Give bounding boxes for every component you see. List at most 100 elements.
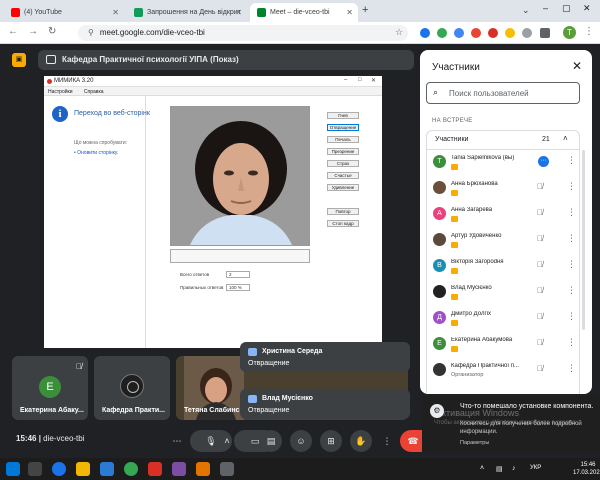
more-options-icon[interactable]: ⋯ (166, 430, 188, 452)
tab-youtube[interactable]: (4) YouTube ✕ (4, 3, 124, 22)
participant-row[interactable]: Влад Мусієнко 🎙̸ ⋮ (427, 280, 581, 308)
captions-icon[interactable]: ▤ (260, 430, 282, 452)
raise-hand-icon[interactable]: ✋ (350, 430, 372, 452)
screen-share-icon (46, 55, 56, 64)
reaction-author: Влад Мусієнко (262, 395, 313, 402)
web-error-pane: i Переход во веб-сторінк Що можна спробу… (44, 96, 150, 348)
present-screen-icon[interactable]: ⊞ (320, 430, 342, 452)
participant-row[interactable]: Артур Удовиченко 🎙̸ ⋮ (427, 228, 581, 256)
minimize-icon[interactable]: – (543, 3, 548, 13)
more-vert-icon[interactable]: ⋮ (567, 233, 576, 244)
reload-icon[interactable]: ↻ (48, 26, 56, 37)
more-vert-icon[interactable]: ⋮ (567, 285, 576, 296)
forward-icon[interactable]: → (28, 26, 38, 37)
windows-taskbar: ˄ ▤ ♪ УКР 15:46 17.03.2025 (0, 458, 600, 480)
chrome-menu-icon[interactable]: ⋮ (584, 26, 594, 37)
presenter-banner[interactable]: Кафедра Практичної психології УІПА (Пока… (38, 50, 414, 70)
participant-row[interactable]: Анна Брюханова 🎙̸ ⋮ (427, 176, 581, 204)
maximize-icon[interactable]: ▢ (562, 3, 571, 14)
close-window-icon[interactable]: ✕ (583, 3, 591, 14)
more-vert-icon[interactable]: ⋮ (567, 363, 576, 374)
close-tab-icon[interactable]: ✕ (235, 8, 242, 17)
sheets-icon (134, 8, 143, 17)
tab-search-icon[interactable]: ⌄ (522, 5, 530, 16)
volume-icon[interactable]: ♪ (512, 465, 516, 472)
participant-row[interactable]: Кафедра Практичної п... Организатор 🎙̸ ⋮ (427, 358, 581, 386)
participant-row[interactable]: Д Дмитро Долгіх 🎙̸ ⋮ (427, 306, 581, 334)
mic-off-icon: 🎙̸ (537, 208, 543, 217)
app-icon (47, 79, 52, 84)
meet-header: ▣ Кафедра Практичної психології УІПА (По… (0, 44, 415, 74)
reaction-toast: Христина Середа Отвращение (240, 342, 410, 372)
close-tab-icon[interactable]: ✕ (346, 8, 353, 17)
tray-chevron-icon[interactable]: ˄ (480, 465, 484, 472)
extension-icon[interactable] (437, 28, 447, 38)
search-icon[interactable] (28, 462, 42, 476)
participant-tile[interactable]: 🎙̸ Е Екатерина Абаку... (12, 356, 88, 420)
windows-start-icon[interactable] (6, 462, 20, 476)
more-vert-icon[interactable]: ⋮ (567, 181, 576, 192)
profile-avatar[interactable]: T (563, 26, 576, 39)
network-icon[interactable]: ▤ (496, 465, 503, 473)
total-answers-label: Всего ответов (180, 272, 210, 277)
participant-row[interactable]: T Tania Sapielnikova (вы) ⋯ ⋮ (427, 150, 581, 178)
app-icon[interactable] (124, 462, 138, 476)
minimize-icon: – (344, 77, 348, 83)
more-vert-icon[interactable]: ⋮ (567, 207, 576, 218)
search-input[interactable]: ⌕ Поиск пользователей (426, 82, 580, 104)
more-vert-icon[interactable]: ⋮ (567, 155, 576, 166)
error-title: Переход во веб-сторінк (74, 110, 150, 117)
extensions-puzzle-icon[interactable] (522, 28, 532, 38)
participant-row[interactable]: Е Екатерина Абакумова 🎙̸ ⋮ (427, 332, 581, 360)
more-vert-icon[interactable]: ⋮ (376, 430, 398, 452)
meet-icon (257, 8, 266, 17)
clock[interactable]: 15:46 17.03.2025 (573, 461, 600, 477)
emotion-happiness-button: Счастье (327, 172, 359, 179)
avatar: Д (433, 311, 446, 324)
participant-row[interactable]: А Анна Загарева 🎙̸ ⋮ (427, 202, 581, 230)
more-vert-icon[interactable]: ⋮ (567, 337, 576, 348)
error-hint: Що можна спробувати: (74, 140, 128, 146)
close-tab-icon[interactable]: ✕ (112, 8, 119, 17)
info-icon: i (52, 106, 68, 122)
mic-off-icon: 🎙̸ (537, 182, 543, 191)
app-icon[interactable] (100, 462, 114, 476)
close-icon[interactable]: ✕ (572, 59, 582, 73)
tab-meet[interactable]: Meet – die-vceo-tbi ✕ (250, 3, 358, 22)
language-indicator[interactable]: УКР (530, 465, 541, 471)
avatar: А (433, 207, 446, 220)
participants-group-header[interactable]: Участники 21 ˄ (426, 130, 580, 150)
url-input[interactable]: ⚲ meet.google.com/die-vceo-tbi (78, 25, 408, 41)
app-icon[interactable] (196, 462, 210, 476)
chrome-icon[interactable] (52, 462, 66, 476)
chevron-up-icon[interactable]: ˄ (563, 134, 568, 143)
file-explorer-icon[interactable] (76, 462, 90, 476)
more-vert-icon[interactable]: ⋮ (567, 259, 576, 270)
extension-icon[interactable] (471, 28, 481, 38)
shared-screen: МИМИКА 3.20 – □ ✕ Настройки Справка i Пе… (44, 76, 382, 348)
app-icon[interactable] (148, 462, 162, 476)
reaction-message: Отвращение (248, 407, 290, 414)
participant-tile[interactable]: Кафедра Практи... (94, 356, 170, 420)
emoji-icon[interactable]: ☺ (290, 430, 312, 452)
extension-icon[interactable] (505, 28, 515, 38)
panel-scrollbar[interactable] (582, 150, 585, 330)
app-icon[interactable] (220, 462, 234, 476)
bookmark-star-icon[interactable]: ☆ (395, 27, 403, 38)
app-icon[interactable] (172, 462, 186, 476)
site-info-icon[interactable]: ⚲ (88, 28, 94, 37)
tab-invitation[interactable]: Запрошення на День відкрит ✕ (127, 3, 247, 22)
new-tab-icon[interactable]: + (362, 4, 368, 16)
extension-icon[interactable] (454, 28, 464, 38)
side-panel-icon[interactable] (540, 28, 550, 38)
extension-icon[interactable] (488, 28, 498, 38)
host-badge-icon (451, 216, 458, 222)
mic-off-icon: 🎙̸ (76, 362, 82, 371)
host-badge-icon (451, 164, 458, 170)
more-vert-icon[interactable]: ⋮ (567, 311, 576, 322)
participant-row[interactable]: В Вікторія Загороdня 🎙̸ ⋮ (427, 254, 581, 282)
back-icon[interactable]: ← (8, 26, 18, 37)
address-bar: ← → ↻ ⚲ meet.google.com/die-vceo-tbi ☆ T … (0, 22, 600, 44)
notification-footer: Параметры (460, 440, 490, 446)
extension-icon[interactable] (420, 28, 430, 38)
